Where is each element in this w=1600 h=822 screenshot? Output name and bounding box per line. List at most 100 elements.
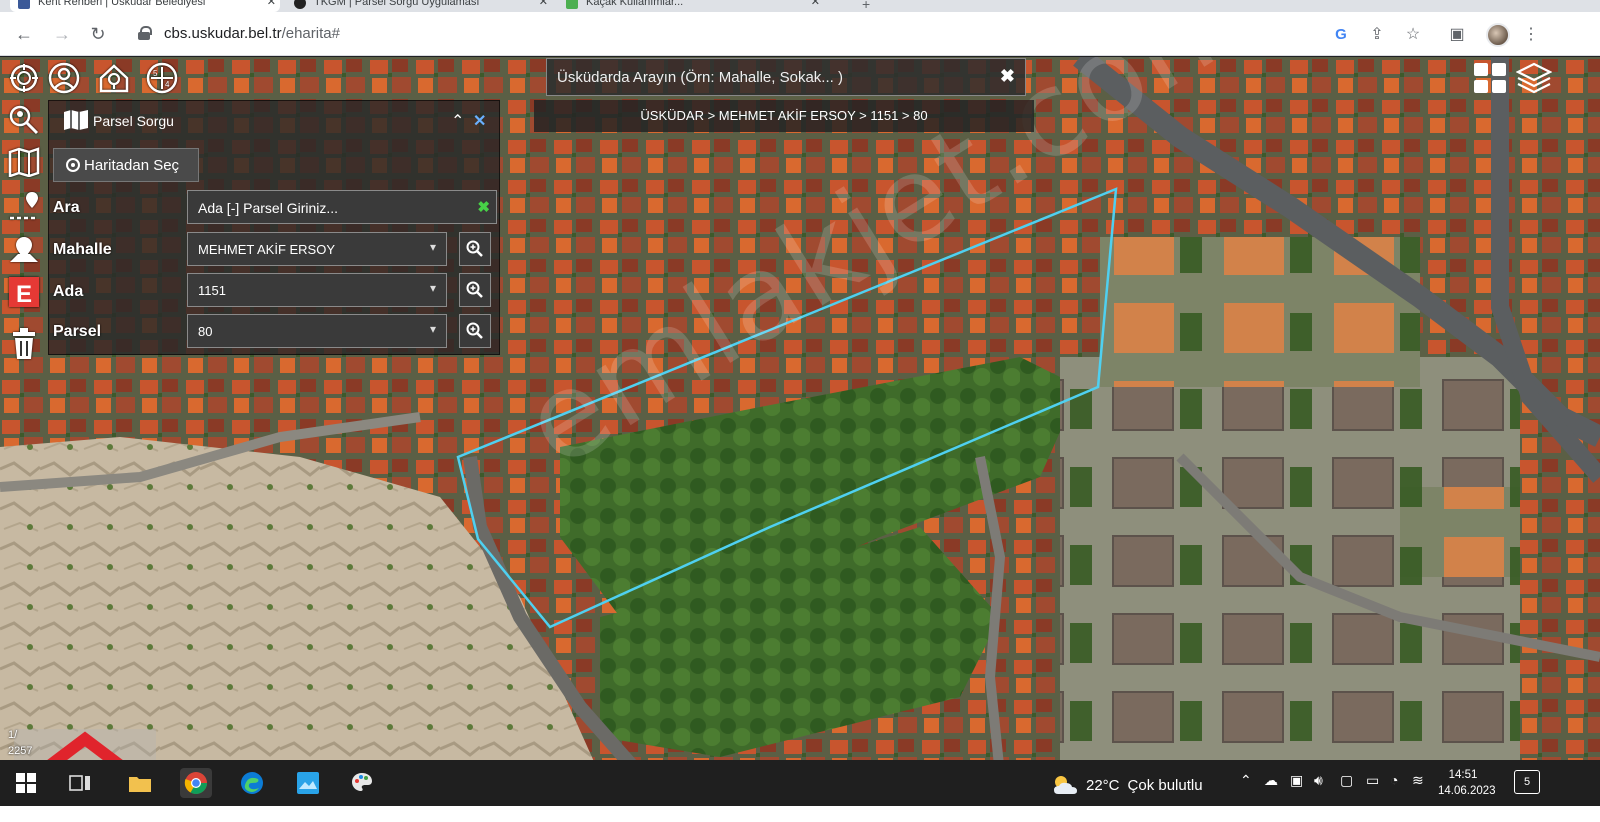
user-button[interactable] <box>44 60 84 96</box>
collapse-chevron-icon[interactable]: ⌃ <box>451 111 464 131</box>
ada-select[interactable]: 1151 ▾ <box>187 273 447 307</box>
house-pin-icon <box>99 64 129 93</box>
clock[interactable]: 14:51 14.06.2023 <box>1438 767 1496 799</box>
photo-app-icon <box>297 772 319 794</box>
zoom-in-icon <box>466 281 483 298</box>
google-translate-icon[interactable]: G <box>1330 24 1352 46</box>
share-icon[interactable]: ⇪ <box>1366 24 1388 46</box>
clear-search-icon[interactable]: ✖ <box>1000 66 1015 87</box>
bottom-border <box>0 806 1600 822</box>
parsel-select[interactable]: 80 ▾ <box>187 314 447 348</box>
pick-from-map-button[interactable]: Haritadan Seç <box>53 148 199 182</box>
map-search-input[interactable]: Üsküdarda Arayın (Örn: Mahalle, Sokak...… <box>557 69 843 86</box>
parcel-search-input[interactable]: Ada [-] Parsel Giriniz... ✖ <box>187 190 497 224</box>
partly-cloudy-icon <box>1054 776 1077 794</box>
zoom-to-mahalle-button[interactable] <box>459 232 491 266</box>
clear-button[interactable] <box>4 326 44 362</box>
menu-kebab-icon[interactable]: ⋮ <box>1520 24 1542 46</box>
chevron-down-icon: ▾ <box>429 281 436 295</box>
time: 14:51 <box>1448 769 1478 781</box>
screen: { "browser": { "tabs": [ {"title": "Kent… <box>0 0 1600 822</box>
close-tab-icon[interactable]: ✕ <box>811 0 820 10</box>
map-search-icon <box>9 105 39 135</box>
search-map-button[interactable] <box>4 102 44 138</box>
mahalle-label: Mahalle <box>53 241 112 258</box>
folder-icon <box>129 777 151 792</box>
tab-third[interactable]: Kaçak Kullanımlar... ✕ <box>558 0 824 12</box>
parcel-query-panel: Parsel Sorgu ⌃ ✕ Haritadan Seç Ara Ada [… <box>48 100 500 355</box>
grid-icon <box>1474 63 1506 93</box>
meet-icon[interactable]: ▢ <box>1340 772 1353 789</box>
lock-icon <box>138 26 152 40</box>
notification-count: 5 <box>1523 776 1531 788</box>
chevron-up-icon[interactable]: ⌃ <box>1240 772 1252 789</box>
paint-taskbar-button[interactable] <box>346 768 378 798</box>
close-panel-icon[interactable]: ✕ <box>473 111 486 131</box>
task-view-button[interactable] <box>64 768 96 798</box>
chevron-down-icon: ▾ <box>429 322 436 336</box>
ada-label: Ada <box>53 283 84 300</box>
mahalle-select[interactable]: MEHMET AKİF ERSOY ▾ <box>187 232 447 266</box>
bookmark-star-icon[interactable]: ☆ <box>1402 24 1424 46</box>
svg-text:5: 5 <box>153 69 158 78</box>
edge-icon <box>241 772 263 794</box>
scale-label-bottom: 2257 <box>8 745 33 757</box>
svg-text:4: 4 <box>165 80 170 89</box>
zoning-button[interactable] <box>4 232 44 268</box>
side-panel-icon[interactable]: ▣ <box>1446 24 1468 46</box>
site-favicon-icon <box>18 0 30 9</box>
layers-button[interactable] <box>1515 62 1553 94</box>
user-circle-icon <box>48 62 80 94</box>
tab-kent-rehberi[interactable]: Kent Rehberi | Üsküdar Belediyesi ✕ <box>10 0 280 12</box>
trash-icon <box>13 328 35 359</box>
forward-icon[interactable]: → <box>50 22 74 46</box>
tab-tkgm[interactable]: TKGM | Parsel Sorgu Uygulaması ✕ <box>286 0 552 12</box>
task-view-icon <box>69 775 90 791</box>
close-tab-icon[interactable]: ✕ <box>539 0 548 10</box>
address-bar[interactable]: cbs.uskudar.bel.tr/eharita# <box>128 18 1398 50</box>
pin-ruler-icon <box>10 192 38 220</box>
home-location-button[interactable] <box>94 60 134 96</box>
basemap-grid-button[interactable] <box>1472 62 1508 94</box>
folded-map-icon <box>8 147 40 177</box>
clear-input-icon[interactable]: ✖ <box>477 198 490 216</box>
wifi-icon[interactable]: ≋ <box>1412 772 1424 789</box>
file-explorer-button[interactable] <box>124 768 156 798</box>
panel-header: Parsel Sorgu ⌃ ✕ <box>49 101 499 139</box>
defender-icon[interactable]: ▣ <box>1290 772 1303 789</box>
svg-text:E: E <box>16 281 32 308</box>
crosshair-icon <box>10 64 38 92</box>
weather-widget[interactable]: 22°C Çok bulutlu <box>1052 774 1203 796</box>
e-letter-icon: E <box>9 277 39 308</box>
edge-taskbar-button[interactable] <box>236 768 268 798</box>
weather-status: Çok bulutlu <box>1127 776 1203 794</box>
cloud-icon[interactable]: ☁ <box>1264 772 1278 789</box>
network-icon[interactable]: ◔ <box>1390 772 1398 788</box>
date: 14.06.2023 <box>1438 785 1496 797</box>
profile-avatar[interactable] <box>1486 23 1510 47</box>
zoom-to-parsel-button[interactable] <box>459 314 491 348</box>
start-button[interactable] <box>10 768 42 798</box>
reload-icon[interactable]: ↻ <box>86 22 110 46</box>
tab-strip: Kent Rehberi | Üsküdar Belediyesi ✕ TKGM… <box>0 0 1600 12</box>
new-tab-icon[interactable]: + <box>862 0 870 12</box>
close-tab-icon[interactable]: ✕ <box>267 0 276 10</box>
map-layers-book-button[interactable] <box>4 144 44 180</box>
distance-measure-button[interactable] <box>4 188 44 224</box>
windows-taskbar: 22°C Çok bulutlu ⌃ ☁ ▣ 🔊︎ ▢ ▭ ◔ ≋ 14:51 … <box>0 760 1600 806</box>
chrome-icon <box>184 772 207 794</box>
battery-icon[interactable]: ▭ <box>1366 772 1379 789</box>
area-measure-button[interactable]: 54 <box>142 60 182 96</box>
scale-label-top: 1/ <box>8 729 18 741</box>
url-text[interactable]: cbs.uskudar.bel.tr/eharita# <box>164 25 340 42</box>
chrome-taskbar-button[interactable] <box>180 768 212 798</box>
store-taskbar-button[interactable] <box>292 768 324 798</box>
gps-locate-button[interactable] <box>4 60 44 96</box>
notification-center-button[interactable]: 5 <box>1514 770 1540 794</box>
site-favicon-icon <box>294 0 306 9</box>
e-services-button[interactable]: E <box>4 274 44 310</box>
speaker-icon[interactable]: 🔊︎ <box>1314 772 1323 789</box>
zoom-to-ada-button[interactable] <box>459 273 491 307</box>
map-search-bar[interactable]: Üsküdarda Arayın (Örn: Mahalle, Sokak...… <box>546 58 1026 96</box>
back-icon[interactable]: ← <box>12 22 36 46</box>
